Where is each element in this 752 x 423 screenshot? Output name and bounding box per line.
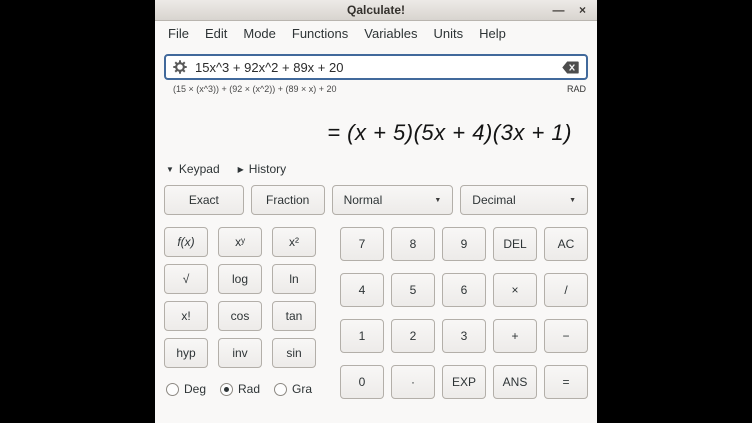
display-mode-value: Normal <box>344 193 383 207</box>
key-divide[interactable]: / <box>544 273 588 307</box>
key-hyp[interactable]: hyp <box>164 338 208 368</box>
menu-file[interactable]: File <box>160 21 197 45</box>
key-fx[interactable]: f(x) <box>164 227 208 257</box>
history-toggle-label: History <box>249 162 286 176</box>
function-menu-icon[interactable] <box>173 60 187 74</box>
panel-toggles: ▼ Keypad ▶ History <box>164 146 588 185</box>
radio-deg-label: Deg <box>184 382 206 396</box>
exact-button[interactable]: Exact <box>164 185 244 215</box>
history-toggle[interactable]: ▶ History <box>238 162 287 176</box>
menu-help[interactable]: Help <box>471 21 514 45</box>
key-0[interactable]: 0 <box>340 365 384 399</box>
keypad-panel: f(x) xʸ x² √ log ln x! cos tan hyp inv s… <box>164 227 588 423</box>
expander-right-icon: ▶ <box>238 165 244 174</box>
key-x-power-y[interactable]: xʸ <box>218 227 262 257</box>
radio-rad-label: Rad <box>238 382 260 396</box>
radio-icon <box>166 383 179 396</box>
keypad-toggle[interactable]: ▼ Keypad <box>166 162 220 176</box>
chevron-down-icon: ▼ <box>569 197 576 204</box>
function-keypad: f(x) xʸ x² √ log ln x! cos tan hyp inv s… <box>164 227 316 396</box>
parsed-row: (15 × (x^3)) + (92 × (x^2)) + (89 × x) +… <box>164 80 588 94</box>
titlebar[interactable]: Qalculate! — × <box>155 0 597 21</box>
key-plus[interactable]: + <box>493 319 537 353</box>
radio-rad[interactable]: Rad <box>220 382 260 396</box>
key-x-squared[interactable]: x² <box>272 227 316 257</box>
backspace-icon[interactable] <box>562 61 579 74</box>
menu-functions[interactable]: Functions <box>284 21 356 45</box>
chevron-down-icon: ▼ <box>434 197 441 204</box>
modes-row: Exact Fraction Normal ▼ Decimal ▼ <box>164 185 588 215</box>
fraction-button[interactable]: Fraction <box>251 185 325 215</box>
key-sqrt[interactable]: √ <box>164 264 208 294</box>
key-multiply[interactable]: × <box>493 273 537 307</box>
radio-deg[interactable]: Deg <box>166 382 206 396</box>
keypad-toggle-label: Keypad <box>179 162 220 176</box>
key-3[interactable]: 3 <box>442 319 486 353</box>
qalculate-window: Qalculate! — × File Edit Mode Functions … <box>155 0 597 423</box>
content-area: 15x^3 + 92x^2 + 89x + 20 (15 × (x^3)) + … <box>155 45 597 423</box>
key-2[interactable]: 2 <box>391 319 435 353</box>
key-1[interactable]: 1 <box>340 319 384 353</box>
expression-input[interactable]: 15x^3 + 92x^2 + 89x + 20 <box>164 54 588 80</box>
close-button[interactable]: × <box>576 4 589 16</box>
window-title: Qalculate! <box>347 3 405 17</box>
display-mode-dropdown[interactable]: Normal ▼ <box>332 185 454 215</box>
radio-gra[interactable]: Gra <box>274 382 312 396</box>
key-equals[interactable]: = <box>544 365 588 399</box>
number-base-dropdown[interactable]: Decimal ▼ <box>460 185 588 215</box>
number-base-value: Decimal <box>472 193 515 207</box>
result-text: = (x + 5)(5x + 4)(3x + 1) <box>327 120 572 145</box>
key-8[interactable]: 8 <box>391 227 435 261</box>
parsed-expression: (15 × (x^3)) + (92 × (x^2)) + (89 × x) +… <box>173 84 337 94</box>
key-log[interactable]: log <box>218 264 262 294</box>
key-minus[interactable]: − <box>544 319 588 353</box>
menu-variables[interactable]: Variables <box>356 21 425 45</box>
key-5[interactable]: 5 <box>391 273 435 307</box>
key-6[interactable]: 6 <box>442 273 486 307</box>
key-inv[interactable]: inv <box>218 338 262 368</box>
key-9[interactable]: 9 <box>442 227 486 261</box>
key-ac[interactable]: AC <box>544 227 588 261</box>
menu-mode[interactable]: Mode <box>235 21 284 45</box>
key-ans[interactable]: ANS <box>493 365 537 399</box>
key-4[interactable]: 4 <box>340 273 384 307</box>
key-sin[interactable]: sin <box>272 338 316 368</box>
numeric-keypad: 7 8 9 DEL AC 4 5 6 × / 1 2 3 + − 0 · <box>340 227 588 399</box>
key-decimal-dot[interactable]: · <box>391 365 435 399</box>
radio-selected-icon <box>220 383 233 396</box>
window-controls: — × <box>552 0 589 20</box>
key-exp[interactable]: EXP <box>442 365 486 399</box>
result-row: = (x + 5)(5x + 4)(3x + 1) <box>164 94 588 146</box>
angle-unit-selector: Deg Rad Gra <box>164 382 316 396</box>
minimize-button[interactable]: — <box>552 4 565 16</box>
menu-units[interactable]: Units <box>426 21 472 45</box>
expander-down-icon: ▼ <box>166 165 174 174</box>
key-del[interactable]: DEL <box>493 227 537 261</box>
angle-mode-indicator: RAD <box>567 84 586 94</box>
key-7[interactable]: 7 <box>340 227 384 261</box>
key-factorial[interactable]: x! <box>164 301 208 331</box>
key-ln[interactable]: ln <box>272 264 316 294</box>
menu-edit[interactable]: Edit <box>197 21 235 45</box>
radio-icon <box>274 383 287 396</box>
radio-gra-label: Gra <box>292 382 312 396</box>
key-cos[interactable]: cos <box>218 301 262 331</box>
screen-background: Qalculate! — × File Edit Mode Functions … <box>0 0 752 423</box>
menubar: File Edit Mode Functions Variables Units… <box>155 21 597 45</box>
key-tan[interactable]: tan <box>272 301 316 331</box>
expression-text[interactable]: 15x^3 + 92x^2 + 89x + 20 <box>195 60 554 75</box>
